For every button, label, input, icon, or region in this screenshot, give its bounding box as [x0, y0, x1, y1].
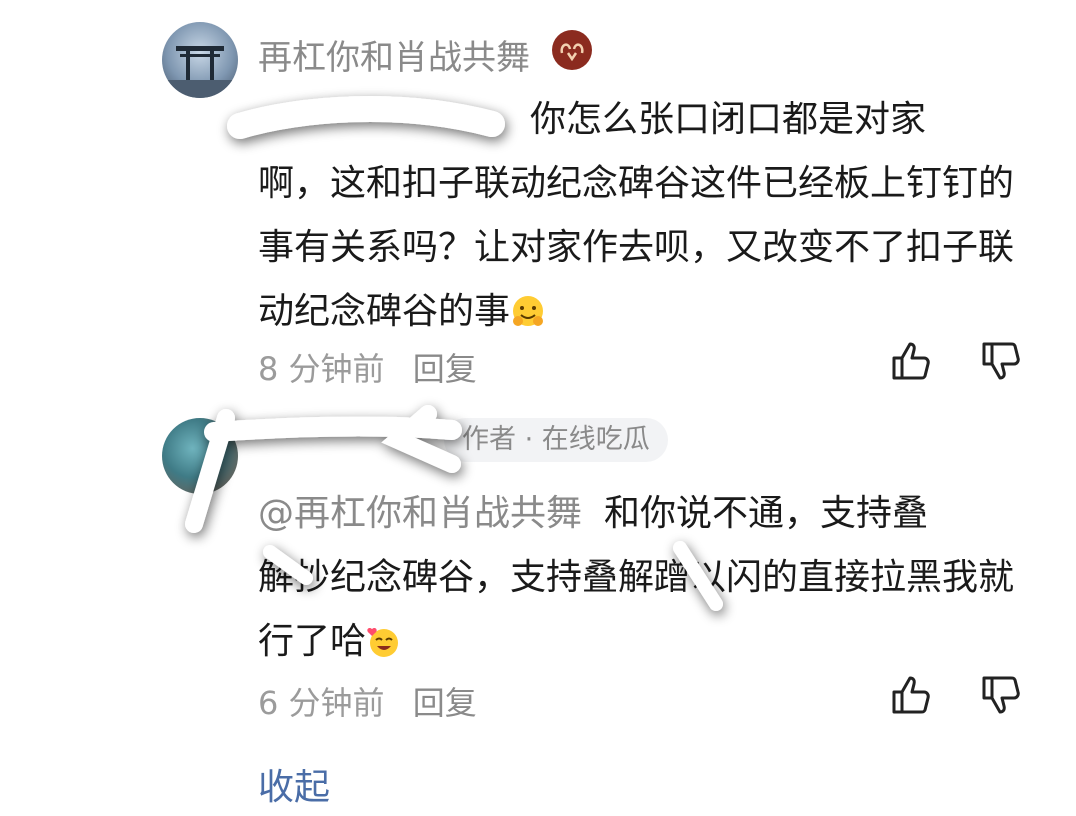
- like-button[interactable]: [888, 336, 938, 386]
- thumbs-down-icon: [982, 676, 1020, 714]
- avatar-commenter-2[interactable]: [162, 418, 238, 494]
- comment-meta-2: 6 分钟前 回复: [258, 678, 477, 724]
- username-commenter-1[interactable]: 再杠你和肖战共舞: [258, 30, 530, 79]
- comment-body-1: 你怎么张口闭口都是对家 啊，这和扣子联动纪念碑谷这件已经板上钉钉的事有关系吗？让…: [258, 88, 1038, 344]
- comment-body-line: 你怎么张口闭口都是对家: [530, 99, 927, 140]
- redaction-stroke: [204, 416, 462, 442]
- thumbs-up-icon: [892, 342, 930, 380]
- mention-link[interactable]: @再杠你和肖战共舞: [258, 493, 582, 534]
- dislike-button[interactable]: [978, 670, 1028, 720]
- timestamp: 8 分钟前: [258, 350, 385, 388]
- timestamp: 6 分钟前: [258, 684, 385, 722]
- comment-thread: 再杠你和肖战共舞 你怎么张口闭口都是对家 啊，这和扣子联动纪念碑谷这件已经板上钉…: [0, 0, 1076, 816]
- comment-body-rest: 啊，这和扣子联动纪念碑谷这件已经板上钉钉的事有关系吗？让对家作去呗，又改变不了扣…: [258, 163, 1015, 332]
- hugging-face-emoji-icon: [510, 286, 546, 326]
- thumbs-up-icon: [892, 676, 930, 714]
- torii-gate-image: [162, 46, 238, 98]
- level-badge: [552, 30, 592, 70]
- comment-meta-1: 8 分钟前 回复: [258, 344, 477, 390]
- comment-body-line: 和你说不通，支持叠: [604, 493, 929, 534]
- comment-body-2: @再杠你和肖战共舞 和你说不通，支持叠 解抄纪念碑谷，支持叠解蹭以闪的直接拉黑我就…: [258, 482, 1038, 674]
- smiling-face-with-heart-emoji-icon: [366, 616, 402, 657]
- reply-button[interactable]: 回复: [413, 350, 477, 388]
- author-tag: 作者 · 在线吃瓜: [444, 418, 668, 462]
- like-button[interactable]: [888, 670, 938, 720]
- thumbs-down-icon: [982, 342, 1020, 380]
- avatar-commenter-1[interactable]: [162, 22, 238, 98]
- dislike-button[interactable]: [978, 336, 1028, 386]
- collapse-replies-link[interactable]: 收起: [258, 758, 330, 810]
- ram-horns-icon: [560, 43, 584, 61]
- reply-button[interactable]: 回复: [413, 684, 477, 722]
